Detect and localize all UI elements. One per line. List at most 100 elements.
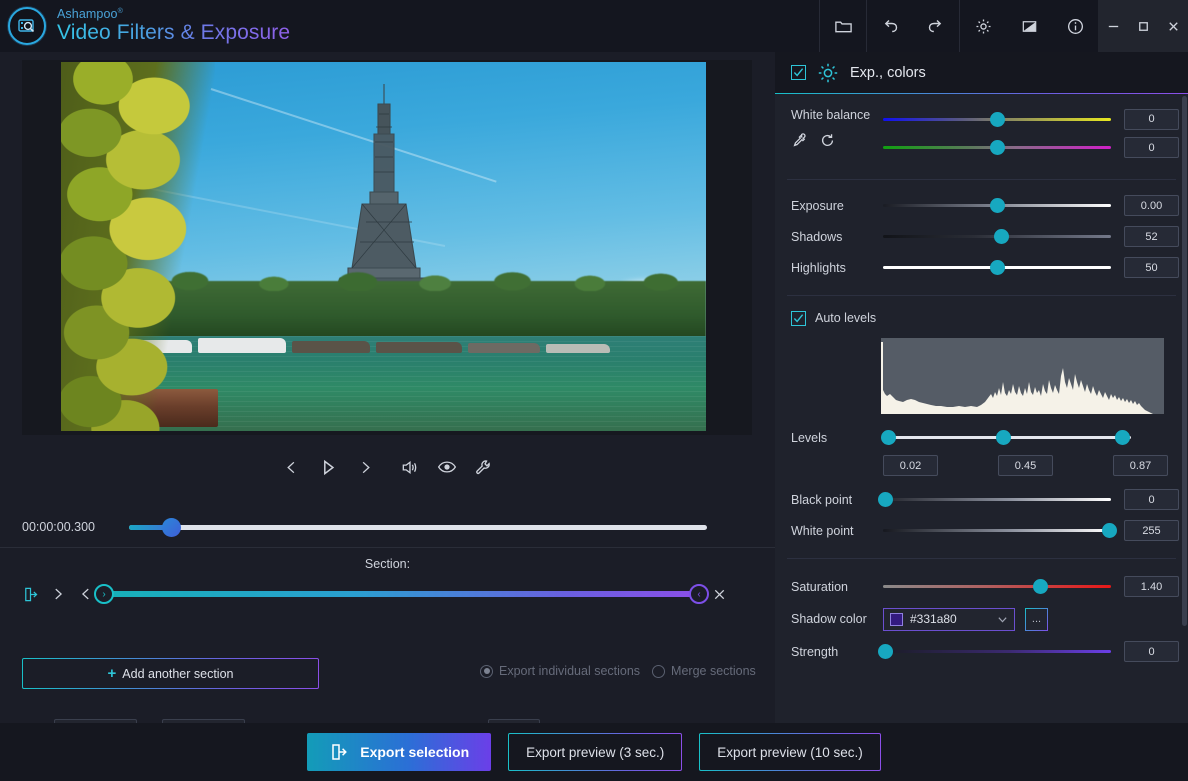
- playback-handle[interactable]: [162, 518, 181, 537]
- export-preview-10sec-button[interactable]: Export preview (10 sec.): [699, 733, 881, 771]
- play-button[interactable]: [316, 454, 342, 480]
- exposure-slider[interactable]: [883, 204, 1111, 207]
- slider-handle[interactable]: [990, 140, 1005, 155]
- close-x-icon: [712, 587, 727, 602]
- export-arrow-icon: [329, 742, 349, 762]
- previous-frame-button[interactable]: [279, 454, 305, 480]
- minimize-icon: [1106, 19, 1121, 34]
- slider-handle[interactable]: [990, 260, 1005, 275]
- slider-handle[interactable]: [878, 492, 893, 507]
- checkmark-icon: [793, 67, 804, 78]
- shadows-label: Shadows: [791, 230, 883, 244]
- saturation-value[interactable]: 1.40: [1124, 576, 1179, 597]
- open-folder-button[interactable]: [820, 0, 866, 52]
- video-frame[interactable]: [61, 62, 706, 431]
- add-another-section-button[interactable]: + Add another section: [22, 658, 319, 689]
- white-point-row: White point 255: [775, 515, 1188, 546]
- slider-handle[interactable]: [1033, 579, 1048, 594]
- white-balance-temperature-value[interactable]: 0: [1124, 109, 1179, 130]
- levels-white-handle[interactable]: [1115, 430, 1130, 445]
- highlights-slider[interactable]: [883, 266, 1111, 269]
- levels-label: Levels: [791, 431, 883, 445]
- shadows-slider[interactable]: [883, 235, 1111, 238]
- slider-handle[interactable]: [1102, 523, 1117, 538]
- chevron-left-icon: [78, 586, 94, 602]
- export-selection-button[interactable]: Export selection: [307, 733, 491, 771]
- minimize-button[interactable]: [1098, 0, 1128, 52]
- white-point-value[interactable]: 255: [1124, 520, 1179, 541]
- levels-white-value[interactable]: 0.87: [1113, 455, 1168, 476]
- slider-handle[interactable]: [990, 198, 1005, 213]
- black-point-value[interactable]: 0: [1124, 489, 1179, 510]
- white-balance-tint-slider[interactable]: [883, 146, 1111, 149]
- white-balance-section: White balance: [775, 94, 1188, 180]
- panel-scrollbar[interactable]: [1182, 96, 1187, 626]
- shadow-color-row: Shadow color #331a80 ...: [775, 602, 1188, 636]
- slider-handle[interactable]: [878, 644, 893, 659]
- redo-button[interactable]: [913, 0, 959, 52]
- auto-levels-checkbox[interactable]: Auto levels: [775, 306, 1188, 330]
- remove-section-button[interactable]: [705, 587, 733, 602]
- black-point-row: Black point 0: [775, 484, 1188, 515]
- shadow-color-picker-button[interactable]: ...: [1025, 608, 1048, 631]
- boat: [546, 344, 610, 353]
- radio-indicator: [652, 665, 665, 678]
- gear-icon: [974, 17, 993, 36]
- undo-arrow-icon: [880, 16, 900, 36]
- white-point-slider[interactable]: [883, 529, 1111, 532]
- export-preview-3sec-button[interactable]: Export preview (3 sec.): [508, 733, 682, 771]
- levels-gamma-handle[interactable]: [996, 430, 1011, 445]
- white-balance-label: White balance: [791, 108, 883, 122]
- window-controls: [1098, 0, 1188, 52]
- levels-black-handle[interactable]: [881, 430, 896, 445]
- next-frame-button[interactable]: [353, 454, 379, 480]
- strength-value[interactable]: 0: [1124, 641, 1179, 662]
- levels-gamma-value[interactable]: 0.45: [998, 455, 1053, 476]
- volume-button[interactable]: [397, 454, 423, 480]
- tools-group: [959, 0, 1098, 52]
- wrench-icon: [474, 458, 493, 477]
- white-balance-tint-value[interactable]: 0: [1124, 137, 1179, 158]
- settings-button[interactable]: [960, 0, 1006, 52]
- close-button[interactable]: [1158, 0, 1188, 52]
- chevron-right-icon: [357, 459, 374, 476]
- section-next-button[interactable]: [44, 586, 72, 602]
- maximize-button[interactable]: [1128, 0, 1158, 52]
- highlights-value[interactable]: 50: [1124, 257, 1179, 278]
- preview-toggle-button[interactable]: [434, 454, 460, 480]
- export-mode-radios: Export individual sections Merge section…: [480, 664, 756, 678]
- levels-slider[interactable]: [883, 436, 1131, 439]
- app-window: Ashampoo® Video Filters & Exposure: [0, 0, 1188, 781]
- black-point-slider[interactable]: [883, 498, 1111, 501]
- section-start-handle[interactable]: ›: [94, 584, 114, 604]
- curves-button[interactable]: [1006, 0, 1052, 52]
- radio-export-individual[interactable]: Export individual sections: [480, 664, 640, 678]
- tools-button[interactable]: [471, 454, 497, 480]
- levels-black-value[interactable]: 0.02: [883, 455, 938, 476]
- histogram-plot: [881, 338, 1164, 414]
- panel-enable-checkbox[interactable]: [791, 65, 806, 80]
- video-preview-area: [22, 60, 752, 435]
- info-button[interactable]: [1052, 0, 1098, 52]
- shadows-value[interactable]: 52: [1124, 226, 1179, 247]
- white-balance-temperature-slider[interactable]: [883, 118, 1111, 121]
- reset-circular-arrow-icon[interactable]: [819, 132, 836, 149]
- bottom-action-bar: Export selection Export preview (3 sec.)…: [0, 723, 1188, 781]
- slider-handle[interactable]: [994, 229, 1009, 244]
- shadow-color-dropdown[interactable]: #331a80: [883, 608, 1015, 631]
- saturation-slider[interactable]: [883, 585, 1111, 588]
- export-section-button[interactable]: [16, 586, 44, 603]
- radio-merge-sections[interactable]: Merge sections: [652, 664, 756, 678]
- strength-slider[interactable]: [883, 650, 1111, 653]
- section-end-handle[interactable]: ‹: [689, 584, 709, 604]
- section-range-track[interactable]: › ‹: [104, 591, 699, 597]
- redo-arrow-icon: [926, 16, 946, 36]
- playback-scrubber[interactable]: [129, 525, 707, 530]
- slider-handle[interactable]: [990, 112, 1005, 127]
- eye-icon: [437, 457, 457, 477]
- undo-button[interactable]: [867, 0, 913, 52]
- divider: [0, 547, 775, 548]
- shadow-color-label: Shadow color: [791, 612, 883, 626]
- exposure-value[interactable]: 0.00: [1124, 195, 1179, 216]
- eyedropper-icon[interactable]: [791, 132, 808, 149]
